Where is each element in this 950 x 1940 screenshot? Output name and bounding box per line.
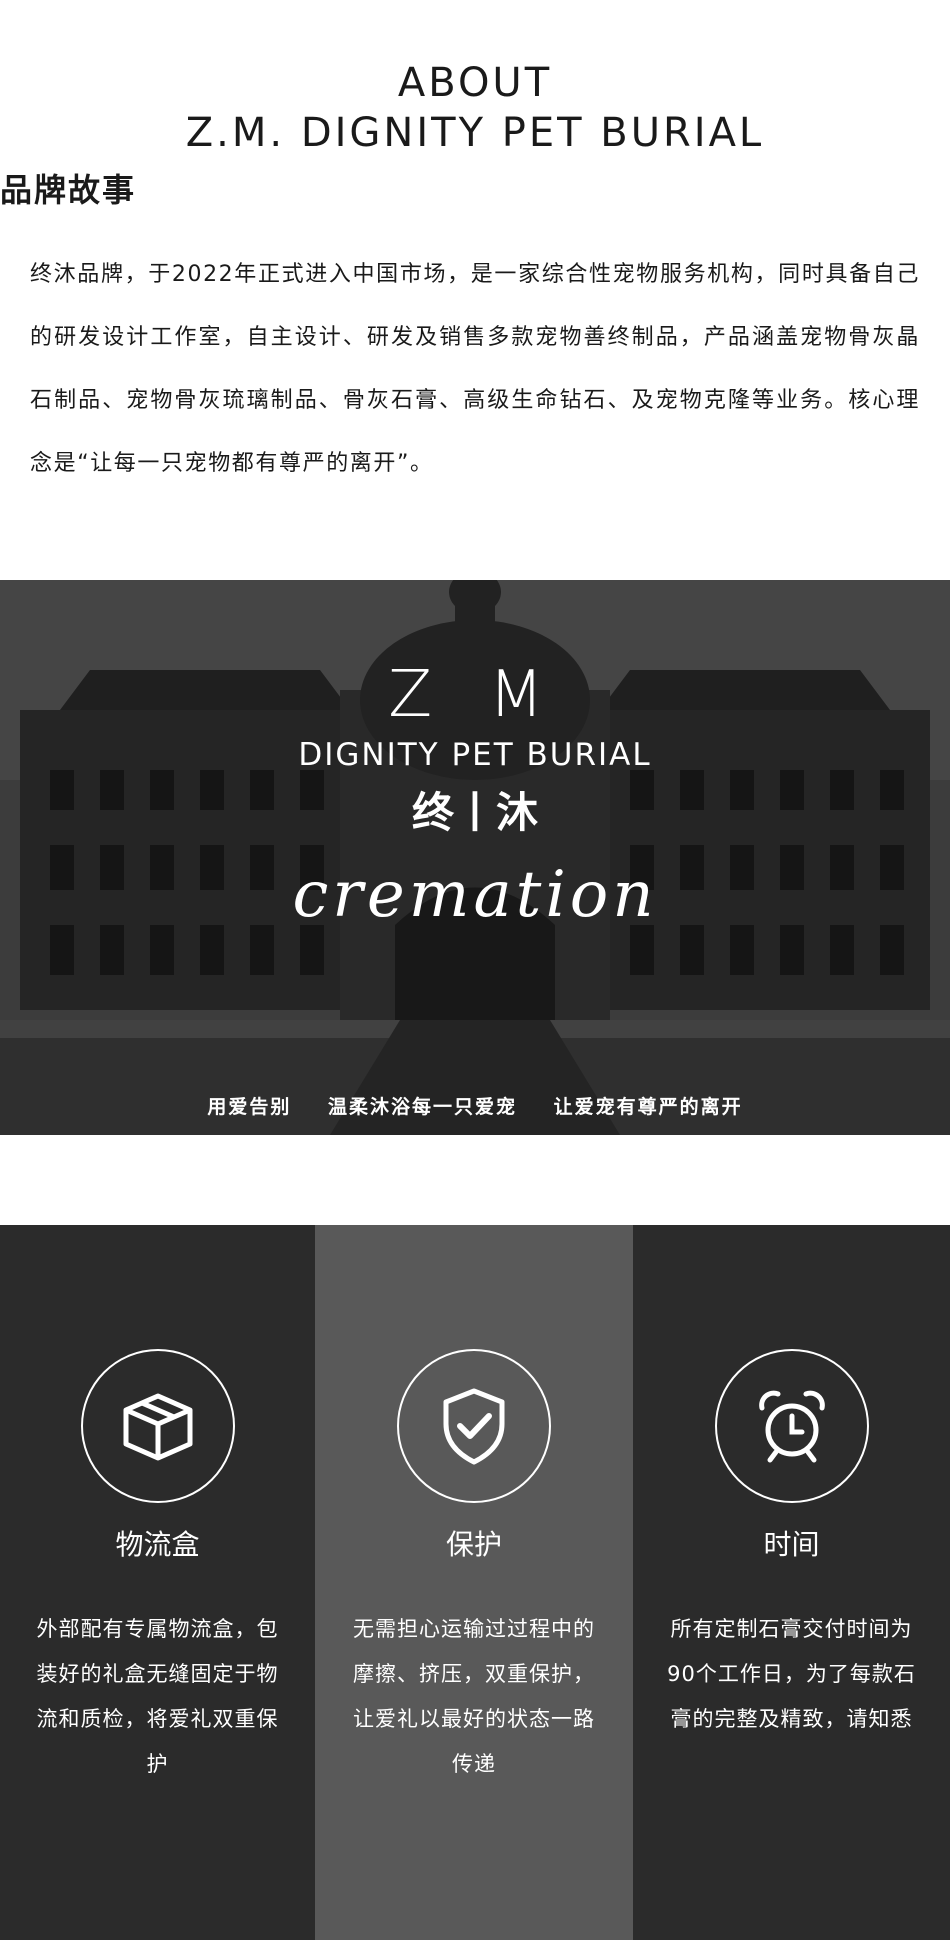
feature-title: 物流盒 bbox=[115, 1528, 200, 1561]
shield-check-icon bbox=[443, 1388, 505, 1465]
logo-script-text: cremation bbox=[292, 858, 658, 932]
brand-description: 终沐品牌，于2022年正式进入中国市场，是一家综合性宠物服务机构，同时具备自己的… bbox=[30, 262, 920, 476]
clock-icon-circle bbox=[714, 1349, 869, 1503]
feature-card-logistics-box: 物流盒 外部配有专属物流盒，包装好的礼盒无缝固定于物流和质检，将爱礼双重保护 bbox=[0, 1225, 315, 1940]
box-icon-circle bbox=[80, 1349, 235, 1503]
shield-icon-circle bbox=[397, 1349, 551, 1503]
feature-title: 保护 bbox=[445, 1528, 502, 1561]
slogan-part-1: 用爱告别 bbox=[207, 1096, 292, 1118]
brand-story-heading: 品牌故事 bbox=[0, 171, 137, 209]
box-icon bbox=[123, 1393, 192, 1461]
feature-description: 所有定制石膏交付时间为90个工作日，为了每款石膏的完整及精致，请知悉 bbox=[667, 1617, 916, 1731]
slogan-part-3: 让爱宠有尊严的离开 bbox=[553, 1096, 743, 1118]
zm-logo-mark: Z M bbox=[388, 658, 562, 732]
features-section: 物流盒 外部配有专属物流盒，包装好的礼盒无缝固定于物流和质检，将爱礼双重保护 保… bbox=[0, 1225, 950, 1940]
slogan-part-2: 温柔沐浴每一只爱宠 bbox=[327, 1096, 517, 1118]
feature-description: 外部配有专属物流盒，包装好的礼盒无缝固定于物流和质检，将爱礼双重保护 bbox=[36, 1617, 279, 1776]
logo-english-name: DIGNITY PET BURIAL bbox=[298, 737, 652, 773]
brand-name-title: Z.M. DIGNITY PET BURIAL bbox=[185, 110, 765, 156]
feature-description: 无需担心运输过过程中的摩擦、挤压，双重保护，让爱礼以最好的状态一路传递 bbox=[353, 1617, 595, 1776]
feature-card-protection: 保护 无需担心运输过过程中的摩擦、挤压，双重保护，让爱礼以最好的状态一路传递 bbox=[315, 1225, 633, 1940]
alarm-clock-icon bbox=[758, 1390, 825, 1463]
logo-chinese-name: 终丨沐 bbox=[411, 788, 538, 837]
banner-slogan: 用爱告别 温柔沐浴每一只爱宠 让爱宠有尊严的离开 bbox=[0, 1093, 950, 1121]
about-title: ABOUT bbox=[397, 60, 553, 106]
feature-title: 时间 bbox=[763, 1528, 820, 1561]
about-section: ABOUT Z.M. DIGNITY PET BURIAL 品牌故事 终沐品牌，… bbox=[0, 0, 950, 580]
feature-card-time: 时间 所有定制石膏交付时间为90个工作日，为了每款石膏的完整及精致，请知悉 bbox=[633, 1225, 950, 1940]
